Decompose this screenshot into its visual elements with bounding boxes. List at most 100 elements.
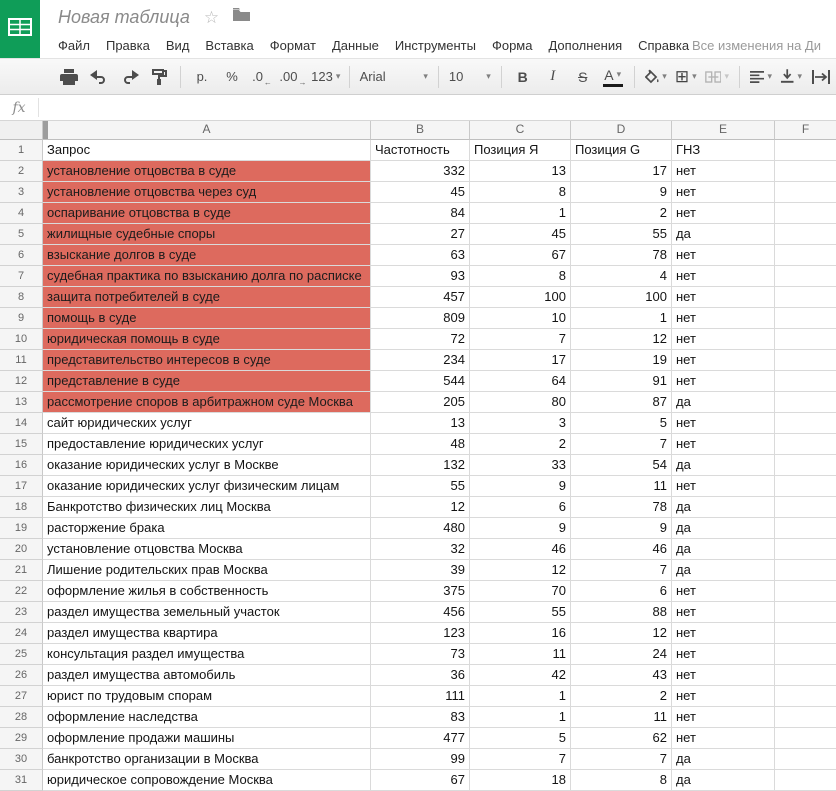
cell-d[interactable]: 46 (571, 539, 672, 560)
cell-c[interactable]: 55 (470, 602, 571, 623)
cell-a[interactable]: представление в суде (43, 371, 371, 392)
menu-item-insert[interactable]: Вставка (197, 38, 261, 53)
row-header[interactable]: 8 (0, 287, 43, 308)
cell-a[interactable]: раздел имущества квартира (43, 623, 371, 644)
cell-e[interactable]: да (672, 560, 775, 581)
cell-f[interactable] (775, 770, 836, 791)
cell-e[interactable]: да (672, 224, 775, 245)
cell-c[interactable]: 64 (470, 371, 571, 392)
menu-item-format[interactable]: Формат (262, 38, 324, 53)
row-header[interactable]: 28 (0, 707, 43, 728)
select-all-corner[interactable] (0, 121, 43, 140)
cell-d[interactable]: 12 (571, 329, 672, 350)
cell-a[interactable]: представительство интересов в суде (43, 350, 371, 371)
cell-a[interactable]: Банкротство физических лиц Москва (43, 497, 371, 518)
cell-e[interactable]: нет (672, 707, 775, 728)
cell-e[interactable]: да (672, 455, 775, 476)
undo-button[interactable] (84, 65, 114, 89)
menu-item-addons[interactable]: Дополнения (540, 38, 630, 53)
cell-c[interactable]: 16 (470, 623, 571, 644)
cell-e[interactable]: нет (672, 308, 775, 329)
cell-f[interactable] (775, 203, 836, 224)
cell-a[interactable]: сайт юридических услуг (43, 413, 371, 434)
cell-e[interactable]: да (672, 770, 775, 791)
cell-d[interactable]: 88 (571, 602, 672, 623)
increase-decimal-button[interactable]: .00 → (277, 65, 309, 89)
strikethrough-button[interactable]: S (568, 65, 598, 89)
cell-d[interactable]: 7 (571, 434, 672, 455)
save-status[interactable]: Все изменения на Ди (692, 32, 821, 58)
cell-f[interactable] (775, 518, 836, 539)
menu-item-file[interactable]: Файл (50, 38, 98, 53)
cell-a[interactable]: раздел имущества автомобиль (43, 665, 371, 686)
cell-a[interactable]: установление отцовства в суде (43, 161, 371, 182)
cell-e[interactable]: да (672, 497, 775, 518)
cell-f[interactable] (775, 707, 836, 728)
column-header-f[interactable]: F (775, 121, 836, 140)
cell-b[interactable]: 99 (371, 749, 470, 770)
borders-button[interactable]: ⊞ ▾ (671, 65, 701, 89)
cell-b[interactable]: 12 (371, 497, 470, 518)
cell-b[interactable]: 73 (371, 644, 470, 665)
cell-c[interactable]: 3 (470, 413, 571, 434)
font-size-select[interactable]: 10 ▾ (445, 65, 495, 89)
cell-d[interactable]: 4 (571, 266, 672, 287)
cell-f[interactable] (775, 392, 836, 413)
cell-d[interactable]: 12 (571, 623, 672, 644)
sheets-logo[interactable] (0, 0, 40, 58)
cell-c[interactable]: 5 (470, 728, 571, 749)
cell-a[interactable]: расторжение брака (43, 518, 371, 539)
row-header[interactable]: 26 (0, 665, 43, 686)
cell-e[interactable]: нет (672, 287, 775, 308)
cell-f[interactable] (775, 728, 836, 749)
cell-a[interactable]: юридическое сопровождение Москва (43, 770, 371, 791)
cell-e[interactable]: нет (672, 476, 775, 497)
cell-c[interactable]: 70 (470, 581, 571, 602)
column-header-e[interactable]: E (672, 121, 775, 140)
cell-a[interactable]: Запрос (43, 140, 371, 161)
cell-c[interactable]: 12 (470, 560, 571, 581)
row-header[interactable]: 29 (0, 728, 43, 749)
redo-button[interactable] (114, 65, 144, 89)
row-header[interactable]: 21 (0, 560, 43, 581)
cell-f[interactable] (775, 749, 836, 770)
cell-c[interactable]: 42 (470, 665, 571, 686)
cell-a[interactable]: банкротство организации в Москва (43, 749, 371, 770)
row-header[interactable]: 20 (0, 539, 43, 560)
cell-a[interactable]: Лишение родительских прав Москва (43, 560, 371, 581)
cell-d[interactable]: 100 (571, 287, 672, 308)
cell-b[interactable]: 36 (371, 665, 470, 686)
cell-d[interactable]: 87 (571, 392, 672, 413)
row-header[interactable]: 11 (0, 350, 43, 371)
cell-d[interactable]: 62 (571, 728, 672, 749)
cell-f[interactable] (775, 476, 836, 497)
row-header[interactable]: 19 (0, 518, 43, 539)
cell-e[interactable]: нет (672, 602, 775, 623)
cell-a[interactable]: консультация раздел имущества (43, 644, 371, 665)
cell-d[interactable]: 2 (571, 686, 672, 707)
cell-f[interactable] (775, 371, 836, 392)
cell-a[interactable]: раздел имущества земельный участок (43, 602, 371, 623)
cell-c[interactable]: 13 (470, 161, 571, 182)
cell-d[interactable]: 54 (571, 455, 672, 476)
row-header[interactable]: 10 (0, 329, 43, 350)
cell-e[interactable]: нет (672, 161, 775, 182)
cell-f[interactable] (775, 539, 836, 560)
cell-f[interactable] (775, 308, 836, 329)
cell-a[interactable]: оказание юридических услуг в Москве (43, 455, 371, 476)
cell-b[interactable]: 83 (371, 707, 470, 728)
cell-c[interactable]: 80 (470, 392, 571, 413)
number-format-menu[interactable]: 123 ▾ (309, 65, 343, 89)
cell-e[interactable]: ГНЗ (672, 140, 775, 161)
cell-b[interactable]: 457 (371, 287, 470, 308)
cell-f[interactable] (775, 161, 836, 182)
cell-a[interactable]: юрист по трудовым спорам (43, 686, 371, 707)
cell-c[interactable]: 100 (470, 287, 571, 308)
row-header[interactable]: 5 (0, 224, 43, 245)
cell-e[interactable]: нет (672, 266, 775, 287)
cell-c[interactable]: 7 (470, 749, 571, 770)
cell-e[interactable]: нет (672, 371, 775, 392)
cell-b[interactable]: 84 (371, 203, 470, 224)
row-header[interactable]: 14 (0, 413, 43, 434)
cell-d[interactable]: 78 (571, 497, 672, 518)
